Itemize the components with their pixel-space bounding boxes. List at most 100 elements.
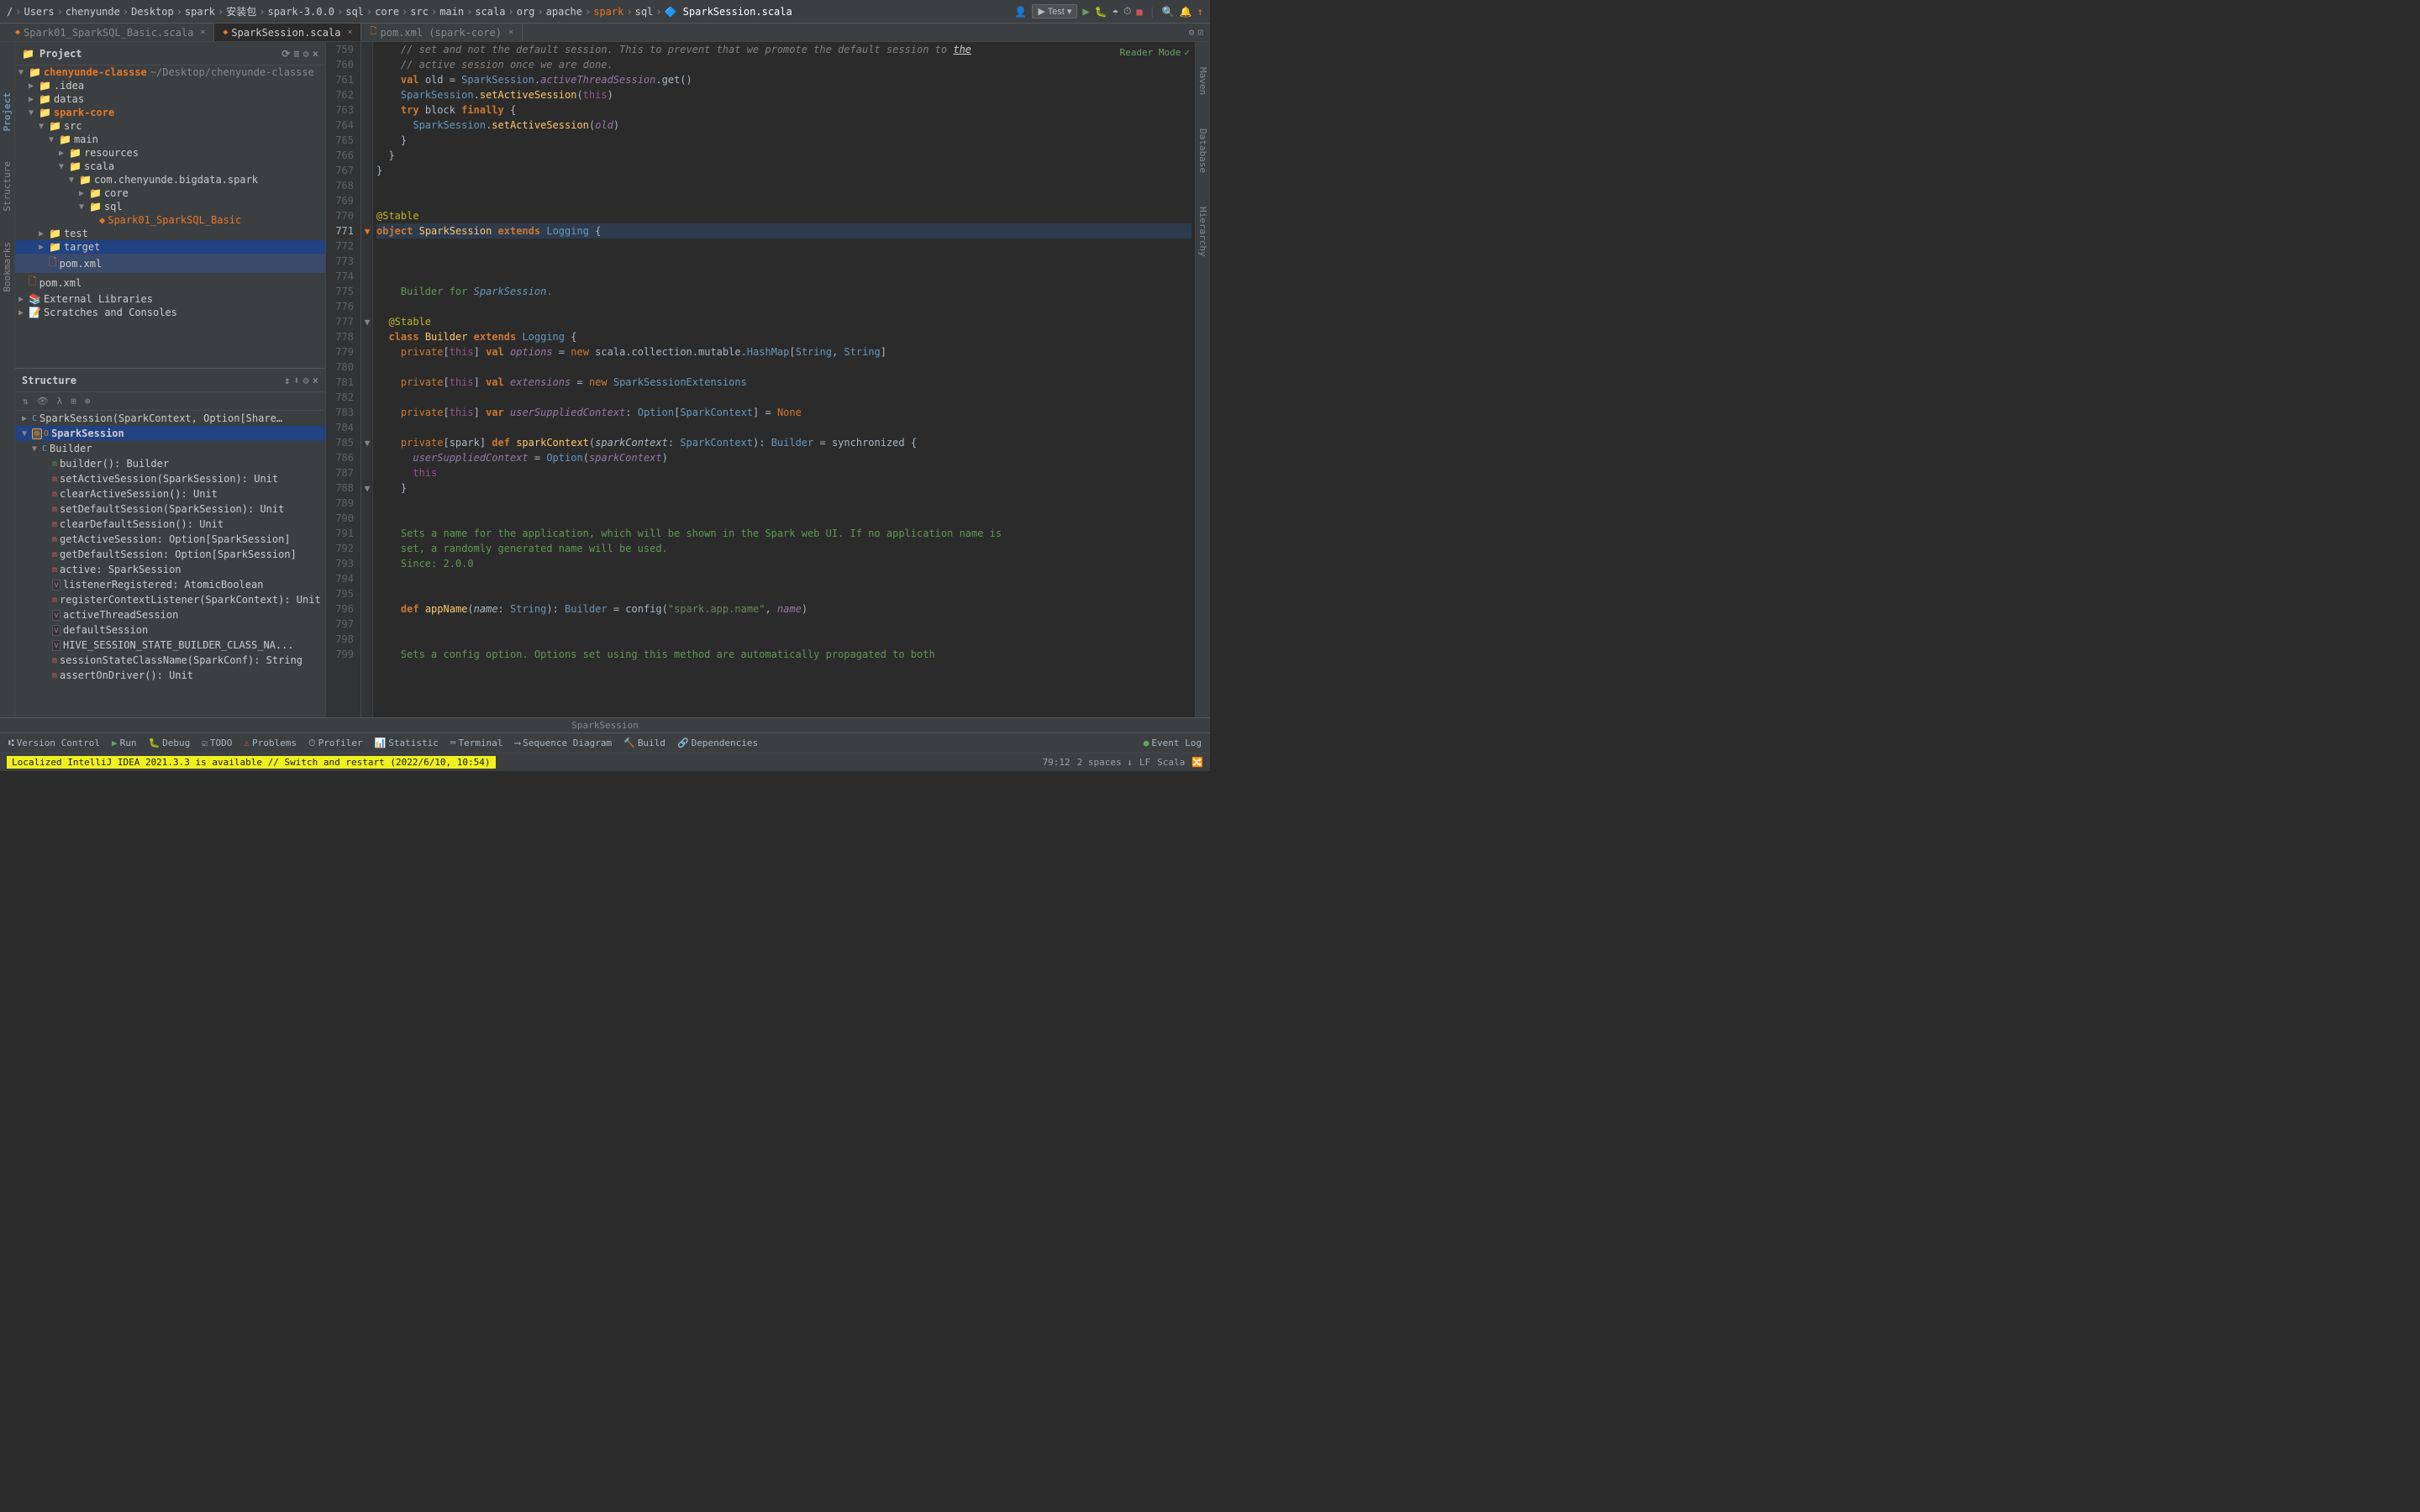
- bc-spark[interactable]: spark: [185, 6, 215, 18]
- struct-fields-btn[interactable]: ⊞: [68, 395, 79, 407]
- settings-icon[interactable]: ⚙: [303, 48, 309, 60]
- status-warning[interactable]: Localized IntelliJ IDEA 2021.3.3 is avai…: [7, 756, 496, 769]
- run-button[interactable]: ▶: [1082, 5, 1089, 18]
- tree-scala-dir[interactable]: ▼ 📁 scala: [15, 160, 325, 173]
- tree-pom-outer[interactable]: 🗋 pom.xml: [15, 273, 325, 292]
- terminal-btn[interactable]: ⌨ Terminal: [445, 736, 508, 750]
- bc-spark2[interactable]: spark: [593, 6, 623, 18]
- user-icon[interactable]: 👤: [1014, 6, 1027, 18]
- struct-active[interactable]: m active: SparkSession: [15, 562, 325, 577]
- debug-button[interactable]: 🐛: [1095, 6, 1107, 18]
- struct-settings-icon[interactable]: ⚙: [303, 375, 309, 386]
- coverage-button[interactable]: ☂: [1113, 6, 1118, 18]
- tab-pomxml[interactable]: 🗋 pom.xml (spark-core) ×: [361, 24, 523, 41]
- struct-constructor[interactable]: ▶ C SparkSession(SparkContext, Option[Sh…: [15, 411, 325, 426]
- tab-close-sparksession[interactable]: ×: [347, 28, 352, 37]
- struct-activethread[interactable]: v activeThreadSession: [15, 607, 325, 622]
- bc-org[interactable]: org: [517, 6, 535, 18]
- bc-desktop[interactable]: Desktop: [131, 6, 174, 18]
- code-content[interactable]: // set and not the default session. This…: [373, 42, 1195, 717]
- struct-clearactive[interactable]: m clearActiveSession(): Unit: [15, 486, 325, 501]
- tree-scratches[interactable]: ▶ 📝 Scratches and Consoles: [15, 306, 325, 319]
- struct-setdefault[interactable]: m setDefaultSession(SparkSession): Unit: [15, 501, 325, 517]
- tree-target[interactable]: ▶ 📁 target: [15, 240, 325, 254]
- struct-hive[interactable]: v HIVE_SESSION_STATE_BUILDER_CLASS_NA...: [15, 638, 325, 653]
- database-tab[interactable]: Database: [1197, 129, 1208, 173]
- tree-root[interactable]: ▼ 📁 chenyunde-classse ~/Desktop/chenyund…: [15, 66, 325, 79]
- notification-icon[interactable]: 🔔: [1180, 6, 1192, 18]
- tab-settings-icon[interactable]: ⚙: [1189, 27, 1195, 38]
- struct-close-icon[interactable]: ×: [313, 375, 318, 386]
- run-config-button[interactable]: ▶ Test ▾: [1032, 4, 1077, 18]
- tree-spark-core[interactable]: ▼ 📁 spark-core: [15, 106, 325, 119]
- tab-close-pomxml[interactable]: ×: [508, 28, 513, 37]
- status-lf[interactable]: LF: [1139, 757, 1150, 768]
- update-icon[interactable]: ↑: [1197, 6, 1203, 18]
- struct-sessionstate[interactable]: m sessionStateClassName(SparkConf): Stri…: [15, 653, 325, 668]
- tab-spark01[interactable]: ◆ Spark01_SparkSQL_Basic.scala ×: [7, 24, 214, 41]
- struct-assert[interactable]: m assertOnDriver(): Unit: [15, 668, 325, 683]
- bc-sql2[interactable]: sql: [635, 6, 654, 18]
- struct-sort-btn[interactable]: ⇅: [20, 395, 31, 407]
- struct-sort-icon[interactable]: ↕: [284, 375, 290, 386]
- struct-expand-btn[interactable]: ⊕: [82, 395, 93, 407]
- bc-user[interactable]: chenyunde: [66, 6, 120, 18]
- stop-button[interactable]: ■: [1136, 6, 1142, 18]
- tree-sql-dir[interactable]: ▼ 📁 sql: [15, 200, 325, 213]
- run-btn[interactable]: ▶ Run: [107, 736, 142, 750]
- collapse-all-icon[interactable]: ≡: [293, 48, 299, 60]
- dependencies-btn[interactable]: 🔗 Dependencies: [672, 736, 763, 750]
- event-log-btn[interactable]: ● Event Log: [1139, 736, 1207, 750]
- profile-button[interactable]: ⏱: [1123, 5, 1131, 18]
- todo-btn[interactable]: ☑ TODO: [197, 736, 237, 750]
- struct-filter-icon[interactable]: ⬇: [293, 375, 299, 386]
- tree-spark01[interactable]: ◆ Spark01_SparkSQL_Basic: [15, 213, 325, 227]
- struct-builder-fn[interactable]: m builder(): Builder: [15, 456, 325, 471]
- tree-datas[interactable]: ▶ 📁 datas: [15, 92, 325, 106]
- problems-btn[interactable]: ⚠ Problems: [239, 736, 302, 750]
- code-editor[interactable]: 759 760 761 762 763 764 765 766 767 768 …: [326, 42, 1195, 717]
- tree-test[interactable]: ▶ 📁 test: [15, 227, 325, 240]
- struct-getdefault[interactable]: m getDefaultSession: Option[SparkSession…: [15, 547, 325, 562]
- struct-register[interactable]: m registerContextListener(SparkContext):…: [15, 592, 325, 607]
- tree-main[interactable]: ▼ 📁 main: [15, 133, 325, 146]
- struct-setactive[interactable]: m setActiveSession(SparkSession): Unit: [15, 471, 325, 486]
- close-panel-icon[interactable]: ×: [313, 48, 318, 60]
- debug-btn[interactable]: 🐛 Debug: [143, 736, 195, 750]
- tree-idea[interactable]: ▶ 📁 .idea: [15, 79, 325, 92]
- tab-close-spark01[interactable]: ×: [200, 28, 205, 37]
- tree-src[interactable]: ▼ 📁 src: [15, 119, 325, 133]
- bc-core[interactable]: core: [375, 6, 399, 18]
- struct-getactive[interactable]: m getActiveSession: Option[SparkSession]: [15, 532, 325, 547]
- struct-visibility-btn[interactable]: 👁: [34, 395, 51, 407]
- struct-builder[interactable]: ▼ C Builder: [15, 441, 325, 456]
- reader-mode-checkmark[interactable]: ✓: [1184, 47, 1190, 58]
- bookmarks-tab[interactable]: Bookmarks: [2, 242, 13, 292]
- tab-sparksession[interactable]: ◆ SparkSession.scala ×: [214, 24, 361, 41]
- search-icon[interactable]: 🔍: [1162, 6, 1175, 18]
- struct-default-sess[interactable]: v defaultSession: [15, 622, 325, 638]
- structure-side-tab[interactable]: Structure: [2, 161, 13, 212]
- project-tab[interactable]: Project: [2, 92, 13, 131]
- bc-install[interactable]: 安装包: [226, 4, 256, 18]
- version-control-btn[interactable]: ⑆ Version Control: [3, 736, 105, 750]
- status-lang[interactable]: Scala: [1157, 757, 1185, 768]
- status-position[interactable]: 79:12: [1043, 757, 1071, 768]
- hierarchy-tab[interactable]: Hierarchy: [1197, 207, 1208, 257]
- sync-icon[interactable]: ⟳: [281, 48, 290, 60]
- build-btn[interactable]: 🔨 Build: [618, 736, 671, 750]
- statistic-btn[interactable]: 📊 Statistic: [370, 736, 444, 750]
- tree-resources[interactable]: ▶ 📁 resources: [15, 146, 325, 160]
- struct-listener[interactable]: v listenerRegistered: AtomicBoolean: [15, 577, 325, 592]
- struct-sparksession[interactable]: ▼ ⊙ O SparkSession: [15, 426, 325, 441]
- status-encoding[interactable]: 2 spaces ↓: [1077, 757, 1133, 768]
- bc-src[interactable]: src: [410, 6, 429, 18]
- sequence-diagram-btn[interactable]: ⟶ Sequence Diagram: [510, 736, 618, 750]
- bc-file[interactable]: 🔷 SparkSession.scala: [665, 6, 792, 18]
- struct-cleardefault[interactable]: m clearDefaultSession(): Unit: [15, 517, 325, 532]
- tab-split-icon[interactable]: ⊡: [1197, 27, 1203, 38]
- bc-users[interactable]: Users: [24, 6, 54, 18]
- bc-main[interactable]: main: [439, 6, 464, 18]
- profiler-btn[interactable]: ⏱ Profiler: [303, 736, 368, 751]
- tree-pom-inner[interactable]: 🗋 pom.xml: [15, 254, 325, 273]
